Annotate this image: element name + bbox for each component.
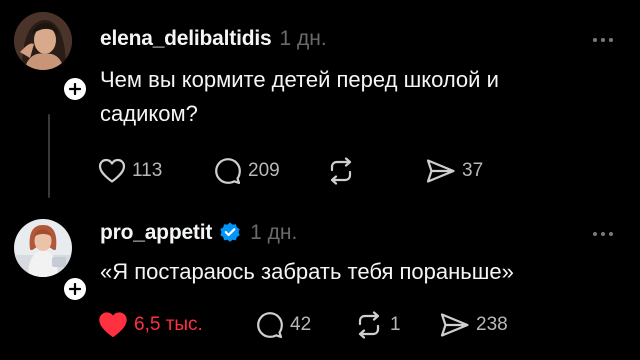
repost-icon — [358, 311, 380, 339]
share-button[interactable]: 37 — [426, 158, 483, 184]
repost-icon — [330, 157, 352, 185]
comment-icon — [215, 158, 241, 185]
share-count: 238 — [476, 314, 508, 335]
like-count: 113 — [132, 160, 163, 181]
reply-count: 42 — [290, 314, 312, 335]
username[interactable]: elena_delibaltidis — [100, 27, 272, 51]
like-count: 6,5 тыс. — [134, 314, 203, 335]
post-header: pro_appetit 1 дн. — [100, 221, 297, 245]
heart-icon — [99, 312, 127, 338]
avatar[interactable] — [14, 219, 72, 277]
comment-icon — [257, 312, 283, 339]
send-icon — [440, 313, 469, 337]
post-text-line: «Я постараюсь забрать тебя пораньше» — [100, 259, 514, 284]
repost-button[interactable]: 1 — [354, 311, 440, 339]
thread-post: pro_appetit 1 дн. «Я постараюсь забрать … — [0, 205, 640, 360]
plus-icon — [69, 83, 81, 95]
like-button[interactable]: 113 — [98, 158, 214, 184]
follow-button[interactable] — [61, 75, 89, 103]
repost-button[interactable] — [326, 157, 426, 185]
post-text-line: садиком? — [100, 101, 198, 126]
reply-count: 209 — [248, 160, 280, 181]
heart-icon — [98, 158, 126, 183]
username[interactable]: pro_appetit — [100, 221, 212, 245]
thread-line — [48, 114, 50, 198]
post-text: Чем вы кормите детей перед школой и сади… — [100, 63, 499, 131]
share-button[interactable]: 238 — [440, 312, 508, 338]
more-icon[interactable] — [593, 232, 613, 236]
thread-post: elena_delibaltidis 1 дн. Чем вы кормите … — [0, 0, 640, 205]
verified-badge-icon — [218, 221, 242, 245]
plus-icon — [69, 283, 81, 295]
follow-button[interactable] — [61, 275, 89, 303]
avatar[interactable] — [14, 12, 72, 70]
more-icon[interactable] — [593, 38, 613, 42]
send-icon — [426, 159, 455, 183]
post-header: elena_delibaltidis 1 дн. — [100, 27, 327, 51]
like-button[interactable]: 6,5 тыс. — [98, 311, 256, 339]
share-count: 37 — [462, 160, 484, 181]
reply-button[interactable]: 209 — [214, 157, 326, 185]
timestamp: 1 дн. — [279, 27, 327, 50]
post-actions: 113 209 37 — [98, 157, 483, 185]
repost-count: 1 — [390, 314, 401, 335]
post-text-line: Чем вы кормите детей перед школой и — [100, 67, 499, 92]
reply-button[interactable]: 42 — [256, 311, 354, 339]
timestamp: 1 дн. — [250, 221, 298, 244]
post-text: «Я постараюсь забрать тебя пораньше» — [100, 255, 514, 289]
post-actions: 6,5 тыс. 42 1 238 — [98, 311, 508, 339]
